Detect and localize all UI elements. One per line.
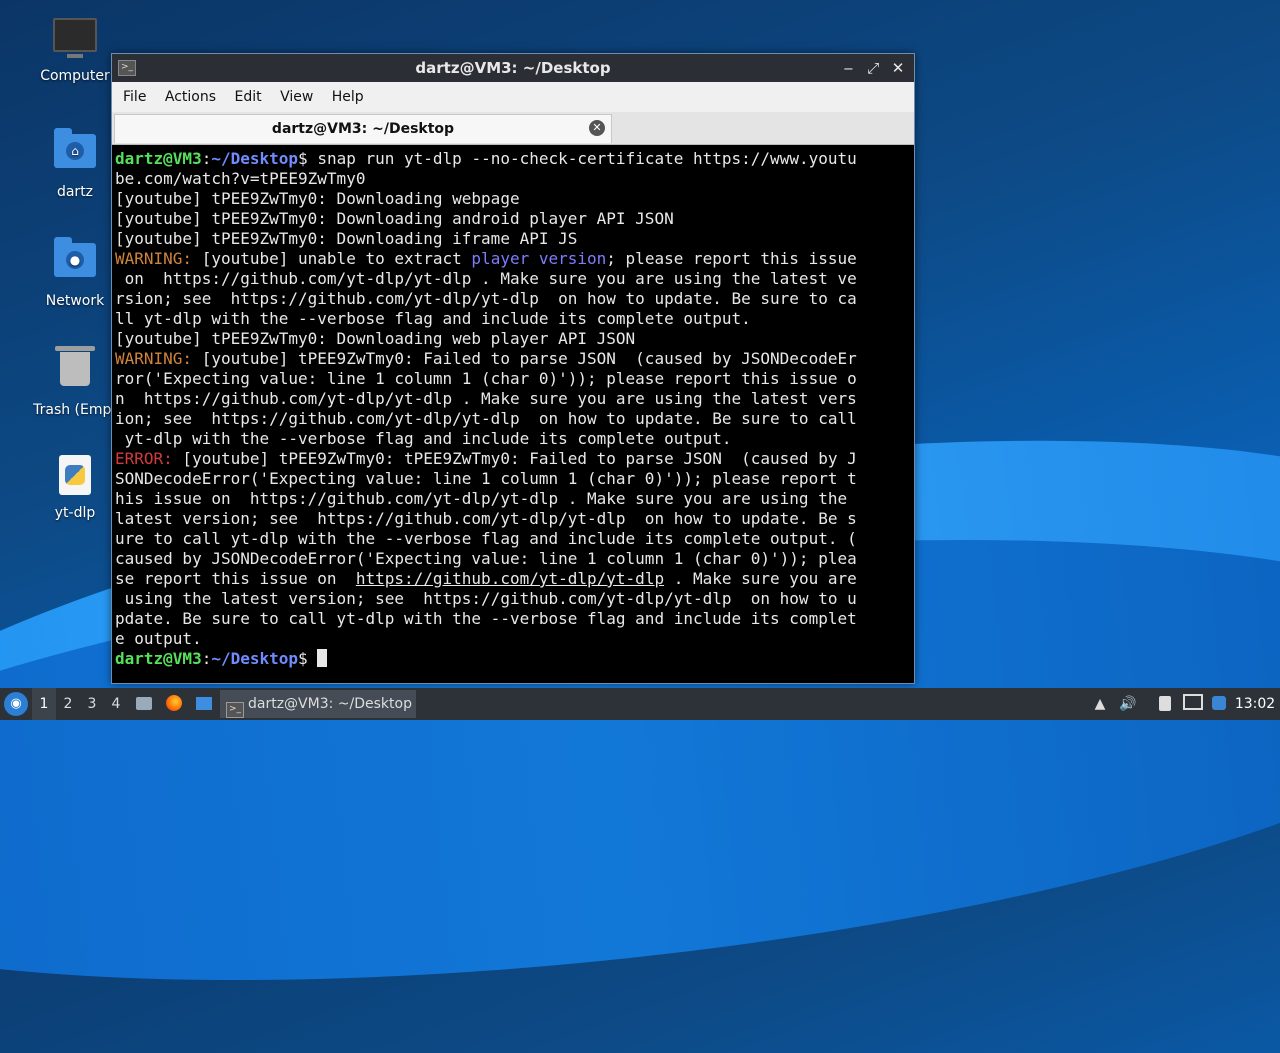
workspace-3[interactable]: 3 xyxy=(80,688,104,720)
terminal-link[interactable]: https://github.com/yt-dlp/yt-dlp xyxy=(356,569,664,588)
terminal-line: on https://github.com/yt-dlp/yt-dlp . Ma… xyxy=(115,269,857,288)
desktop-icon-label: Trash (Empt xyxy=(33,402,117,418)
update-notifier-icon[interactable] xyxy=(1208,688,1230,720)
window-title: dartz@VM3: ~/Desktop xyxy=(415,59,611,77)
window-titlebar[interactable]: >_ dartz@VM3: ~/Desktop ‒ ⤢ ✕ xyxy=(112,54,914,82)
close-button[interactable]: ✕ xyxy=(888,54,908,82)
menu-view[interactable]: View xyxy=(280,89,313,105)
trash-icon xyxy=(53,346,97,396)
terminal-line: WARNING: [youtube] tPEE9ZwTmy0: Failed t… xyxy=(115,349,857,368)
terminal-window[interactable]: >_ dartz@VM3: ~/Desktop ‒ ⤢ ✕ File Actio… xyxy=(111,53,915,684)
home-folder-icon: ⌂ xyxy=(53,128,97,178)
menu-bar: File Actions Edit View Help xyxy=(112,82,914,112)
taskbar-app-label: dartz@VM3: ~/Desktop xyxy=(248,696,412,712)
start-menu-icon[interactable]: ◉ xyxy=(4,692,28,716)
workspace-4[interactable]: 4 xyxy=(104,688,128,720)
desktop-icon-label: yt-dlp xyxy=(54,505,96,521)
volume-icon[interactable]: 🔊 xyxy=(1117,688,1139,720)
terminal-line: caused by JSONDecodeError('Expecting val… xyxy=(115,549,857,568)
terminal-line: [youtube] tPEE9ZwTmy0: Downloading ifram… xyxy=(115,229,578,248)
terminal-icon[interactable]: >_ xyxy=(118,60,136,76)
tab-label: dartz@VM3: ~/Desktop xyxy=(271,121,455,137)
python-file-icon xyxy=(53,455,97,499)
network-folder-icon: ● xyxy=(53,237,97,287)
clipboard-icon[interactable] xyxy=(1155,688,1175,720)
terminal-icon: >_ xyxy=(226,702,244,718)
tab-close-icon[interactable]: ✕ xyxy=(589,120,605,136)
workspace-1[interactable]: 1 xyxy=(32,688,56,720)
desktop-icon-computer[interactable]: Computer xyxy=(30,18,120,84)
terminal-line: yt-dlp with the --verbose flag and inclu… xyxy=(115,429,732,448)
terminal-line: [youtube] tPEE9ZwTmy0: Downloading web p… xyxy=(115,329,636,348)
desktop-icon-home[interactable]: ⌂ dartz xyxy=(30,128,120,200)
terminal-line: ion; see https://github.com/yt-dlp/yt-dl… xyxy=(115,409,857,428)
terminal-line: his issue on https://github.com/yt-dlp/y… xyxy=(115,489,848,508)
terminal-line: n https://github.com/yt-dlp/yt-dlp . Mak… xyxy=(115,389,857,408)
desktop-icon-trash[interactable]: Trash (Empt xyxy=(30,346,120,418)
clock[interactable]: 13:02 xyxy=(1234,688,1276,720)
desktop-icon-network[interactable]: ● Network xyxy=(30,237,120,309)
terminal-line: [youtube] tPEE9ZwTmy0: Downloading andro… xyxy=(115,209,674,228)
maximize-button[interactable]: ⤢ xyxy=(863,54,883,82)
terminal-line: pdate. Be sure to call yt-dlp with the -… xyxy=(115,609,857,628)
terminal-line: be.com/watch?v=tPEE9ZwTmy0 xyxy=(115,169,366,188)
menu-file[interactable]: File xyxy=(123,89,146,105)
menu-actions[interactable]: Actions xyxy=(165,89,216,105)
desktop-icon-label: Computer xyxy=(40,68,110,84)
terminal-line: rsion; see https://github.com/yt-dlp/yt-… xyxy=(115,289,857,308)
terminal-line: SONDecodeError('Expecting value: line 1 … xyxy=(115,469,857,488)
terminal-line: latest version; see https://github.com/y… xyxy=(115,509,857,528)
taskbar-app-terminal[interactable]: >_ dartz@VM3: ~/Desktop xyxy=(220,690,416,718)
terminal-line: ERROR: [youtube] tPEE9ZwTmy0: tPEE9ZwTmy… xyxy=(115,449,857,468)
text-cursor xyxy=(317,649,328,667)
terminal-line: WARNING: [youtube] unable to extract pla… xyxy=(115,249,857,268)
terminal-output[interactable]: dartz@VM3:~/Desktop$ snap run yt-dlp --n… xyxy=(112,145,914,669)
workspace-2[interactable]: 2 xyxy=(56,688,80,720)
show-desktop-icon[interactable] xyxy=(194,688,214,720)
terminal-line: [youtube] tPEE9ZwTmy0: Downloading webpa… xyxy=(115,189,520,208)
terminal-prompt-line[interactable]: dartz@VM3:~/Desktop$ xyxy=(115,649,912,669)
tab-bar: dartz@VM3: ~/Desktop ✕ xyxy=(112,112,914,145)
file-manager-icon[interactable] xyxy=(134,688,154,720)
terminal-line: using the latest version; see https://gi… xyxy=(115,589,857,608)
desktop-icon-label: Network xyxy=(45,293,105,309)
computer-icon xyxy=(53,18,97,62)
tray-arrow-icon[interactable]: ▲ xyxy=(1090,688,1110,720)
desktop-icon-label: dartz xyxy=(56,184,94,200)
taskbar: ◉ 1 2 3 4 >_ dartz@VM3: ~/Desktop ▲ 🔊 13:… xyxy=(0,688,1280,720)
terminal-line: ll yt-dlp with the --verbose flag and in… xyxy=(115,309,751,328)
terminal-line: ure to call yt-dlp with the --verbose fl… xyxy=(115,529,857,548)
desktop-icon-yt-dlp[interactable]: yt-dlp xyxy=(30,455,120,521)
display-icon[interactable] xyxy=(1182,688,1204,720)
terminal-line: ror('Expecting value: line 1 column 1 (c… xyxy=(115,369,857,388)
tab-terminal[interactable]: dartz@VM3: ~/Desktop ✕ xyxy=(114,114,612,143)
terminal-line: e output. xyxy=(115,629,202,648)
terminal-line: dartz@VM3:~/Desktop$ snap run yt-dlp --n… xyxy=(115,149,857,168)
terminal-line: se report this issue on https://github.c… xyxy=(115,569,857,588)
menu-edit[interactable]: Edit xyxy=(234,89,261,105)
firefox-icon[interactable] xyxy=(164,688,184,720)
minimize-button[interactable]: ‒ xyxy=(838,54,858,82)
menu-help[interactable]: Help xyxy=(332,89,364,105)
